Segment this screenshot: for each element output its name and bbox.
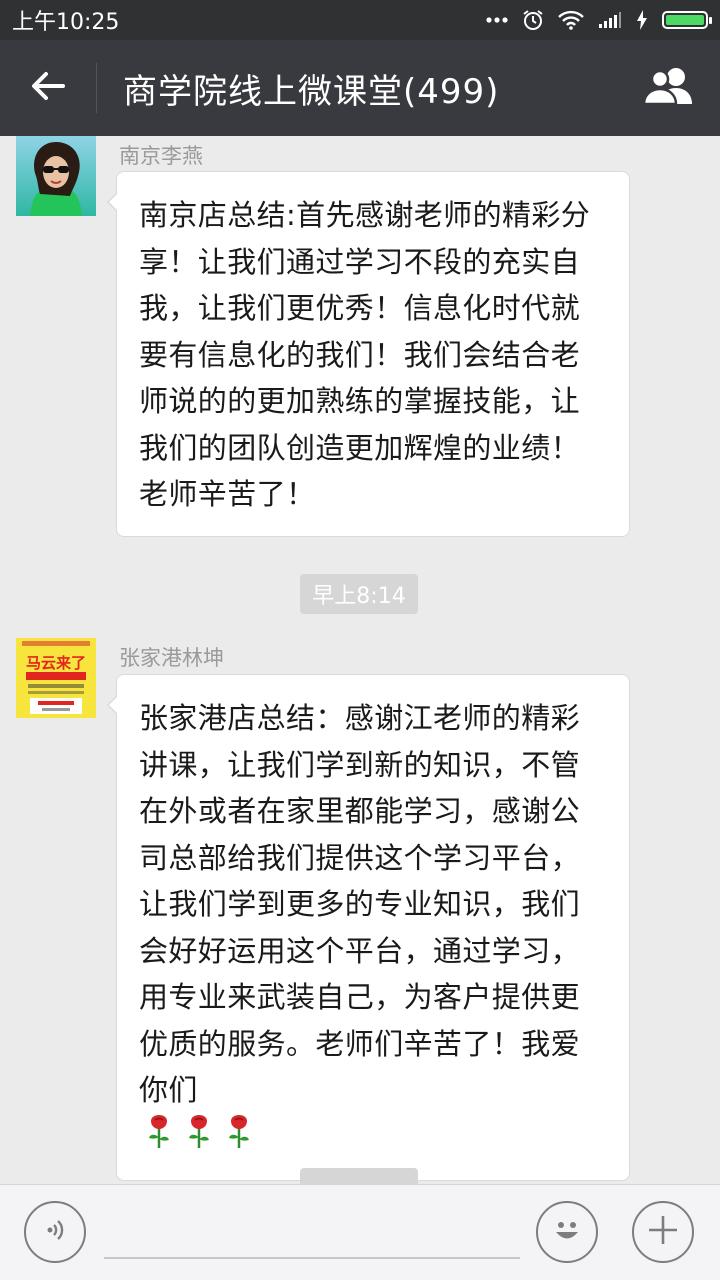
emoji-icon [547,1210,587,1254]
timestamp-divider: 早上8:14 [300,574,418,614]
avatar-promo-text: 马云来了 [26,654,86,672]
status-icons [486,9,712,31]
page-title: 商学院线上微课堂(499) [123,71,500,112]
message-list[interactable]: 南京李燕 南京店总结:首先感谢老师的精彩分享！让我们通过学习不段的充实自我，让我… [0,136,720,1184]
emoji-button[interactable] [536,1201,598,1263]
chat-header: 商学院线上微课堂(499) [0,40,720,136]
message-text: 张家港店总结：感谢江老师的精彩讲课，让我们学到新的知识，不管在外或者在家里都能学… [139,701,581,1107]
sender-name: 南京李燕 [119,144,203,168]
message-bubble[interactable]: 南京店总结:首先感谢老师的精彩分享！让我们通过学习不段的充实自我，让我们更优秀！… [107,171,630,537]
voice-button[interactable] [24,1201,86,1263]
emoji-row [147,1114,251,1163]
group-members-icon [642,66,698,110]
back-button[interactable] [0,40,96,136]
more-actions-button[interactable] [632,1201,694,1263]
message-input[interactable] [104,1205,520,1259]
group-members-button[interactable] [620,40,720,136]
charging-icon [636,10,648,30]
rose-icon [187,1114,211,1163]
input-bar [0,1184,720,1280]
status-time: 上午10:25 [12,10,120,35]
sender-name: 张家港林坤 [119,646,224,670]
timestamp-divider-partial [300,1168,418,1184]
plus-icon [646,1213,680,1251]
more-dots-icon [486,17,508,23]
status-bar: 上午10:25 [0,0,720,40]
voice-icon [42,1217,68,1247]
avatar[interactable] [16,136,96,216]
header-divider [96,63,97,113]
avatar[interactable]: 马云来了 [16,638,96,718]
message-bubble[interactable]: 张家港店总结：感谢江老师的精彩讲课，让我们学到新的知识，不管在外或者在家里都能学… [107,674,630,1182]
back-arrow-icon [31,71,65,105]
rose-icon [227,1114,251,1163]
alarm-icon [522,9,544,31]
battery-icon [662,11,712,29]
signal-icon [598,11,622,29]
wifi-icon [558,10,584,30]
rose-icon [147,1114,171,1163]
message-text: 南京店总结:首先感谢老师的精彩分享！让我们通过学习不段的充实自我，让我们更优秀！… [139,198,591,511]
